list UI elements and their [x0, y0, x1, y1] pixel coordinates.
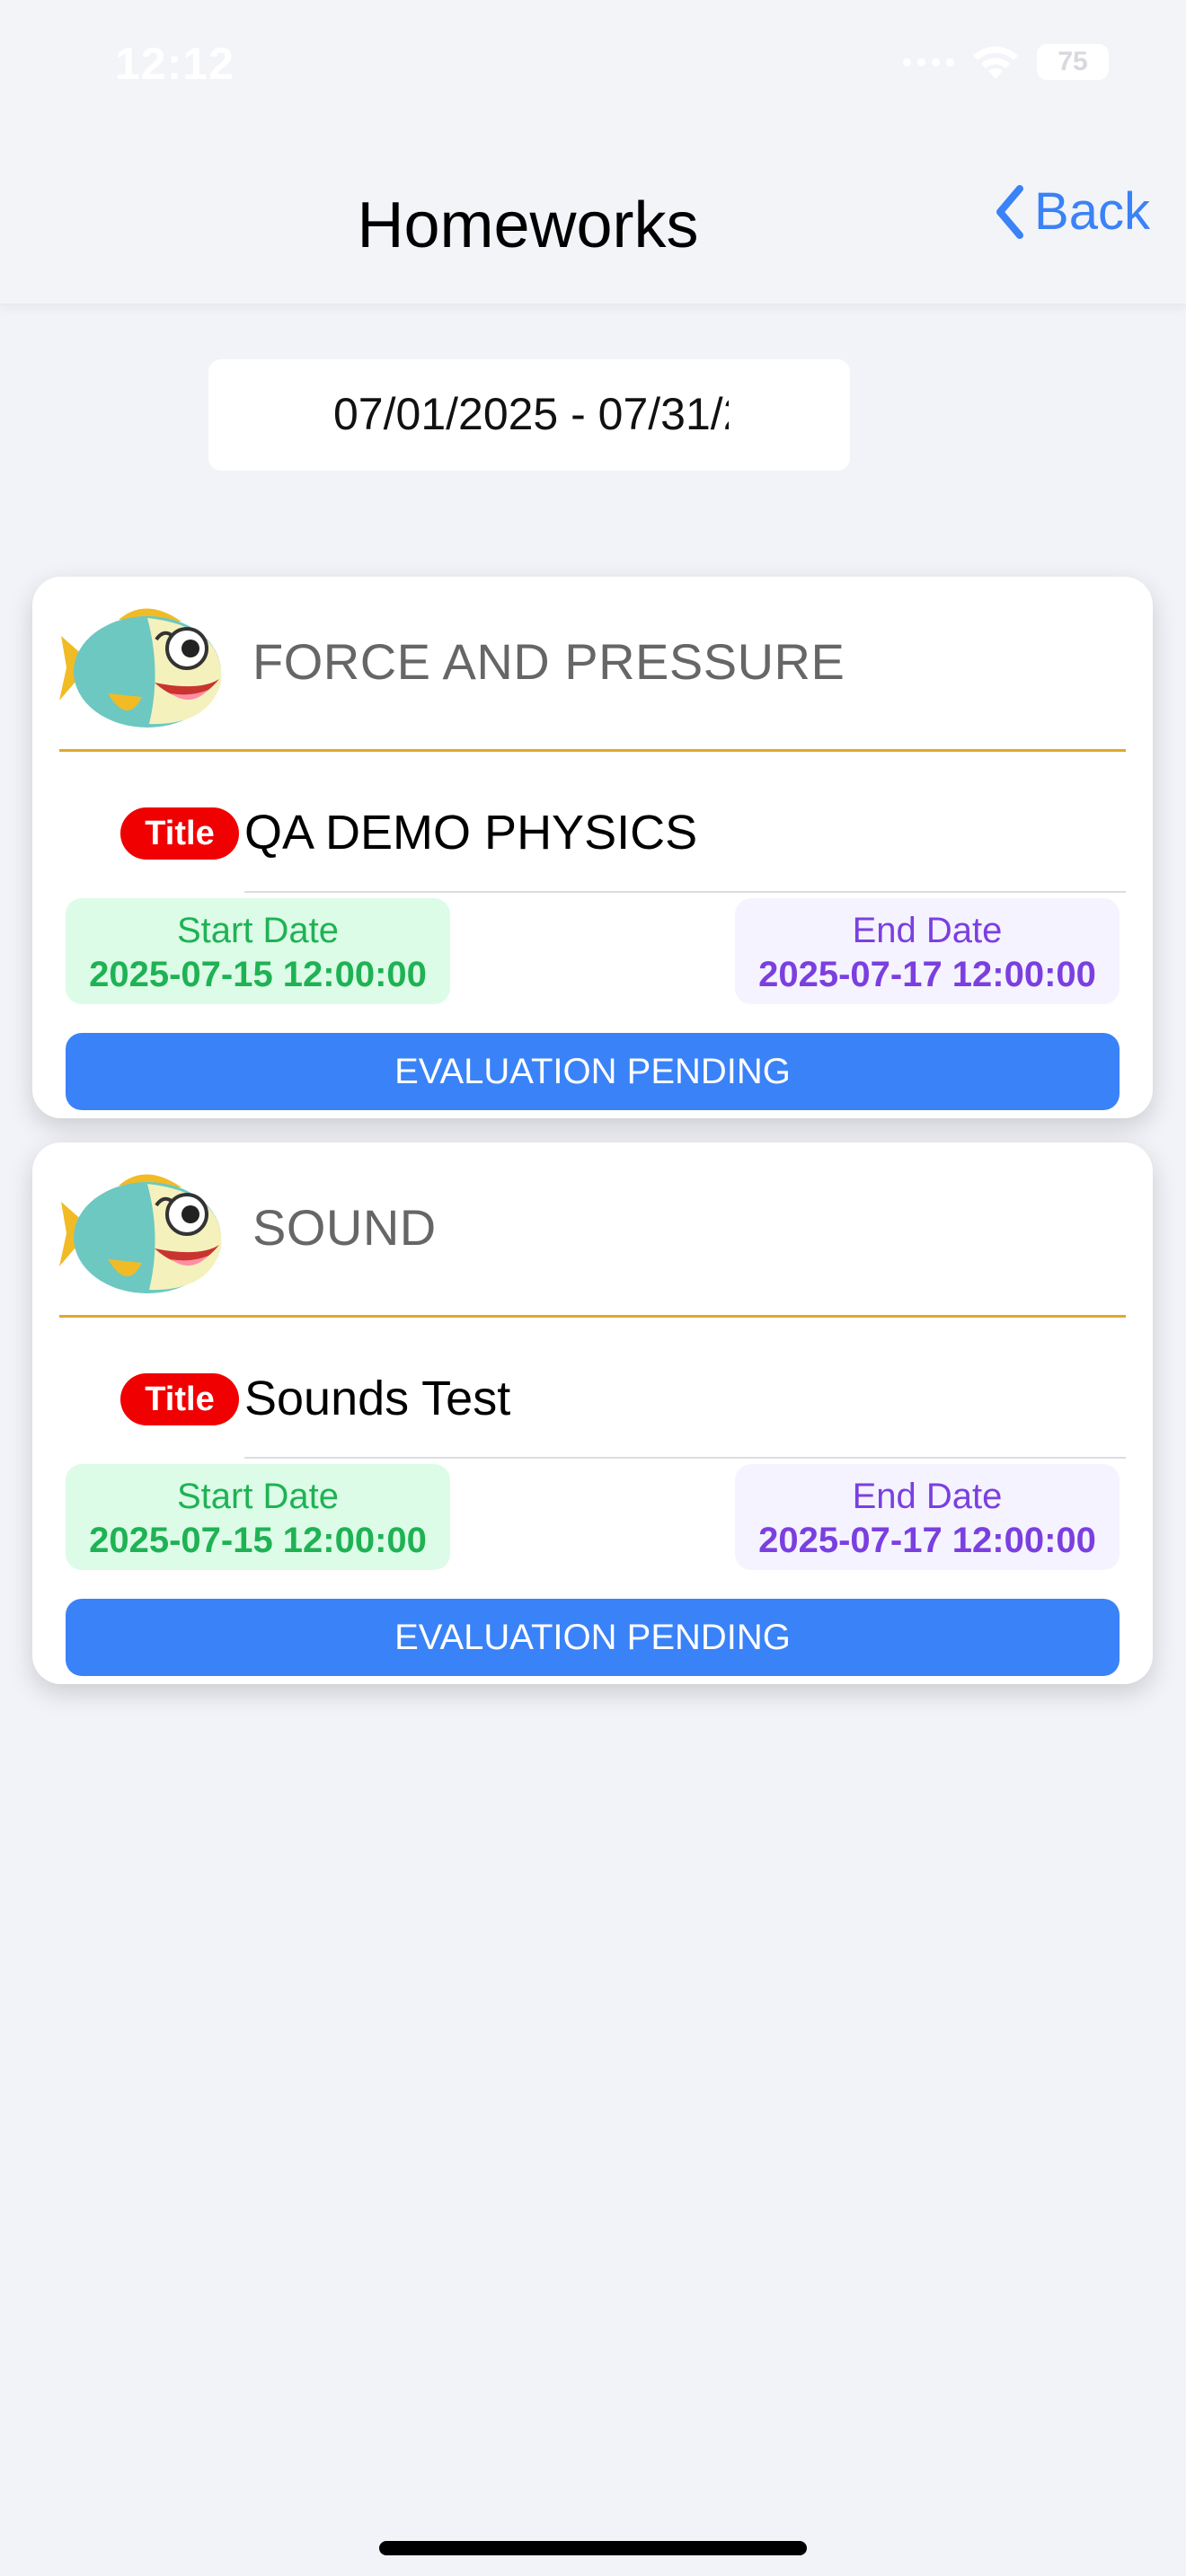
homework-card[interactable]: FORCE AND PRESSURE Title QA DEMO PHYSICS…: [32, 577, 1153, 1118]
end-date-label: End Date: [852, 1477, 1003, 1516]
fish-mascot-icon: [59, 608, 222, 728]
date-range-value: 07/01/2025 - 07/31/2025: [333, 389, 729, 439]
chevron-left-icon: [996, 184, 1024, 239]
end-date-label: End Date: [852, 911, 1003, 950]
end-date-value: 2025-07-17 12:00:00: [758, 955, 1096, 994]
subject-name: SOUND: [252, 1199, 437, 1256]
back-button[interactable]: Back: [995, 181, 1150, 242]
evaluation-status-button[interactable]: EVALUATION PENDING: [66, 1033, 1120, 1110]
title-badge: Title: [120, 1373, 239, 1425]
homework-card[interactable]: SOUND Title Sounds Test Start Date 2025-…: [32, 1142, 1153, 1684]
status-bar: 12:12 75: [0, 0, 1186, 135]
divider: [59, 749, 1126, 752]
battery-icon: 75: [1037, 44, 1109, 80]
divider: [59, 1315, 1126, 1318]
wifi-icon: [973, 46, 1018, 79]
divider: [244, 1457, 1126, 1459]
homework-title: Sounds Test: [244, 1372, 511, 1425]
homework-title: QA DEMO PHYSICS: [244, 806, 698, 860]
fish-mascot-icon: [59, 1174, 222, 1293]
start-date-label: Start Date: [176, 911, 340, 950]
end-date-box: End Date 2025-07-17 12:00:00: [735, 898, 1120, 1004]
start-date-value: 2025-07-15 12:00:00: [89, 1521, 427, 1560]
page-title: Homeworks: [357, 190, 699, 261]
start-date-box: Start Date 2025-07-15 12:00:00: [66, 898, 450, 1004]
end-date-value: 2025-07-17 12:00:00: [758, 1521, 1096, 1560]
start-date-value: 2025-07-15 12:00:00: [89, 955, 427, 994]
start-date-box: Start Date 2025-07-15 12:00:00: [66, 1464, 450, 1570]
divider: [244, 891, 1126, 893]
start-date-label: Start Date: [176, 1477, 340, 1516]
title-badge: Title: [120, 807, 239, 860]
status-time: 12:12: [115, 39, 235, 89]
navigation-bar: Homeworks Back: [0, 135, 1186, 304]
home-indicator: [379, 2541, 807, 2555]
signal-icon: [903, 57, 954, 66]
status-icons: 75: [903, 43, 1109, 81]
date-range-field[interactable]: 07/01/2025 - 07/31/2025: [208, 359, 850, 471]
end-date-box: End Date 2025-07-17 12:00:00: [735, 1464, 1120, 1570]
back-label: Back: [1034, 182, 1150, 241]
subject-name: FORCE AND PRESSURE: [252, 633, 845, 690]
evaluation-status-button[interactable]: EVALUATION PENDING: [66, 1599, 1120, 1676]
